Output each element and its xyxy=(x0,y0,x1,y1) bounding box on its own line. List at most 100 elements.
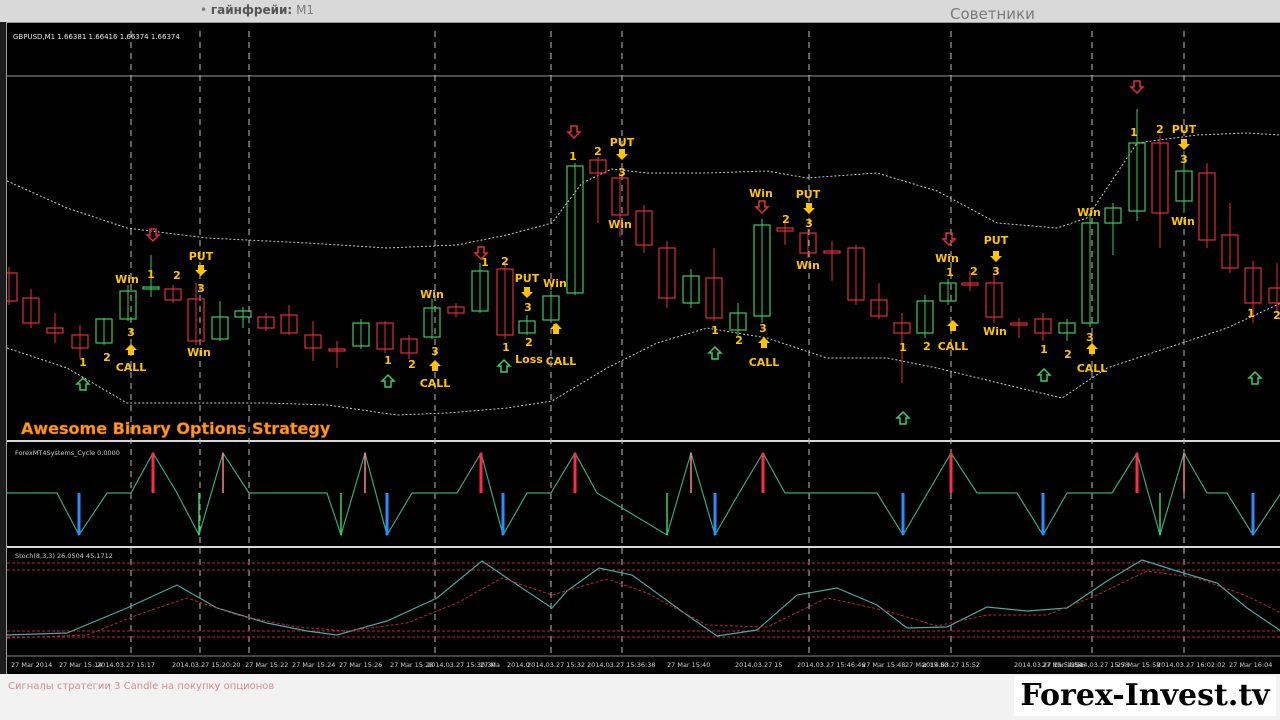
chart-canvas[interactable]: GBPUSD,M1 1.66381 1.66416 1.66374 1.6637… xyxy=(7,23,1280,675)
signal-label: Win xyxy=(115,273,139,286)
buy-arrow-icon xyxy=(380,373,396,388)
signal-label: 2 xyxy=(594,145,602,158)
time-label: 2014.03.27 15:36:38 xyxy=(587,661,655,669)
signal-label: 3 xyxy=(197,282,205,295)
signal-label: 1 xyxy=(946,266,954,279)
put-arrow-icon xyxy=(1178,139,1190,150)
signal-label: 2 xyxy=(525,336,533,349)
time-label: 2014.03.27 15:46:46 xyxy=(797,661,865,669)
sell-arrow-icon xyxy=(1129,80,1145,95)
buy-arrow-icon xyxy=(496,358,512,373)
signal-label: 1 xyxy=(147,268,155,281)
signal-label: 2 xyxy=(1064,348,1072,361)
time-label: 2014.03.27 15:32 xyxy=(527,661,585,669)
chart-header: GBPUSD,M1 1.66381 1.66416 1.66374 1.6637… xyxy=(13,33,180,41)
buy-arrow-icon xyxy=(1247,370,1263,385)
time-label: 2014.03.27 15:20:20 xyxy=(172,661,240,669)
signal-label: 3 xyxy=(127,326,135,339)
signal-label: 1 xyxy=(384,354,392,367)
put-arrow-icon xyxy=(803,203,815,214)
call-arrow-icon xyxy=(947,320,959,331)
signal-label: 2 xyxy=(735,334,743,347)
signal-label: 2 xyxy=(103,351,111,364)
signal-label: Win xyxy=(796,259,820,272)
signal-label: PUT xyxy=(189,250,214,263)
time-label: 27 Mar 15:40 xyxy=(667,661,710,669)
signal-label: 3 xyxy=(524,301,532,314)
signal-label: 2 xyxy=(923,340,931,353)
signal-label: PUT xyxy=(984,234,1009,247)
bottom-bar: Сигналы стратегии 3 Candle на покупку оп… xyxy=(0,674,1280,720)
signal-label: PUT xyxy=(796,188,821,201)
stoch-signal-line xyxy=(7,570,1280,639)
signal-label: 2 xyxy=(1273,309,1280,322)
signal-label: 3 xyxy=(1086,331,1094,344)
signal-label: 1 xyxy=(569,150,577,163)
time-label: 27 Mar 15:14 xyxy=(59,661,102,669)
time-label: 27 Ma xyxy=(480,661,500,669)
buy-arrow-icon xyxy=(895,410,911,425)
signal-label: Win xyxy=(749,187,773,200)
signal-label: 1 xyxy=(79,356,87,369)
call-arrow-icon xyxy=(125,344,137,355)
browser-top-bar: • гайнфрейи: M1 Советники xyxy=(0,0,1280,22)
put-arrow-icon xyxy=(521,287,533,298)
signal-label: Win xyxy=(935,252,959,265)
video-caption: Сигналы стратегии 3 Candle на покупку оп… xyxy=(8,681,275,692)
signal-label: CALL xyxy=(1077,362,1108,375)
signal-label: 2 xyxy=(782,213,790,226)
stoch-main-line xyxy=(7,559,1280,637)
signal-label: PUT xyxy=(515,272,540,285)
signal-label: 1 xyxy=(711,324,719,337)
put-arrow-icon xyxy=(195,265,207,276)
signal-label: 2 xyxy=(970,265,978,278)
cycle-indicator-label: ForexMT4Systems_Cycle 0.0000 xyxy=(15,449,120,457)
signal-label: PUT xyxy=(610,136,635,149)
put-arrow-icon xyxy=(616,149,628,160)
candle-body xyxy=(1268,287,1280,304)
cycle-line xyxy=(7,450,1280,538)
buy-arrow-icon xyxy=(75,376,91,391)
signal-label: CALL xyxy=(938,340,969,353)
signal-label: 1 xyxy=(899,341,907,354)
signal-label: CALL xyxy=(420,377,451,390)
signal-label: 3 xyxy=(759,322,767,335)
strategy-title: Awesome Binary Options Strategy xyxy=(21,419,331,438)
put-arrow-icon xyxy=(990,251,1002,262)
call-arrow-icon xyxy=(1086,343,1098,354)
signal-label: Win xyxy=(543,277,567,290)
signal-label: 1 xyxy=(1040,343,1048,356)
buy-arrow-icon xyxy=(707,345,723,360)
advisors-link[interactable]: Советники xyxy=(950,5,1035,22)
time-label: 2014.03.27 16:02:02 xyxy=(1157,661,1225,669)
signal-label: Win xyxy=(983,325,1007,338)
signal-label: CALL xyxy=(116,361,147,374)
signal-label: 2 xyxy=(501,255,509,268)
time-label: 2014.03.27 15 xyxy=(735,661,783,669)
signal-label: Win xyxy=(1171,215,1195,228)
lower-band xyxy=(7,302,1280,416)
signal-label: 3 xyxy=(618,166,626,179)
signal-label: 1 xyxy=(1247,307,1255,320)
breadcrumb: • гайнфрейи: M1 xyxy=(200,3,315,17)
time-label: 27 Mar 15:24 xyxy=(292,661,335,669)
buy-arrow-icon xyxy=(1036,367,1052,382)
mt4-chart-window: GBPUSD,M1 1.66381 1.66416 1.66374 1.6637… xyxy=(6,22,1280,676)
signal-label: Win xyxy=(187,346,211,359)
sell-arrow-icon xyxy=(941,232,957,247)
signal-label: Loss xyxy=(515,353,543,366)
time-label: 27 Mar 16:04 xyxy=(1229,661,1272,669)
signal-label: CALL xyxy=(749,356,780,369)
brand-watermark: Forex-Invest.tv xyxy=(1014,676,1276,716)
time-label: 27 Mar 15:48 xyxy=(862,661,905,669)
time-label: 27 Mar 15:58 xyxy=(1117,661,1160,669)
time-label: 27 Mar 15:22 xyxy=(245,661,288,669)
signal-label: 2 xyxy=(408,358,416,371)
signal-label: 3 xyxy=(1180,153,1188,166)
signal-label: 1 xyxy=(1130,126,1138,139)
sell-arrow-icon xyxy=(754,200,770,215)
signal-label: Win xyxy=(1077,206,1101,219)
time-label: 27 Mar 15:26 xyxy=(339,661,382,669)
time-label: 27 Mar 2014 xyxy=(11,661,52,669)
time-label: 2014.03.27 15:17 xyxy=(97,661,155,669)
